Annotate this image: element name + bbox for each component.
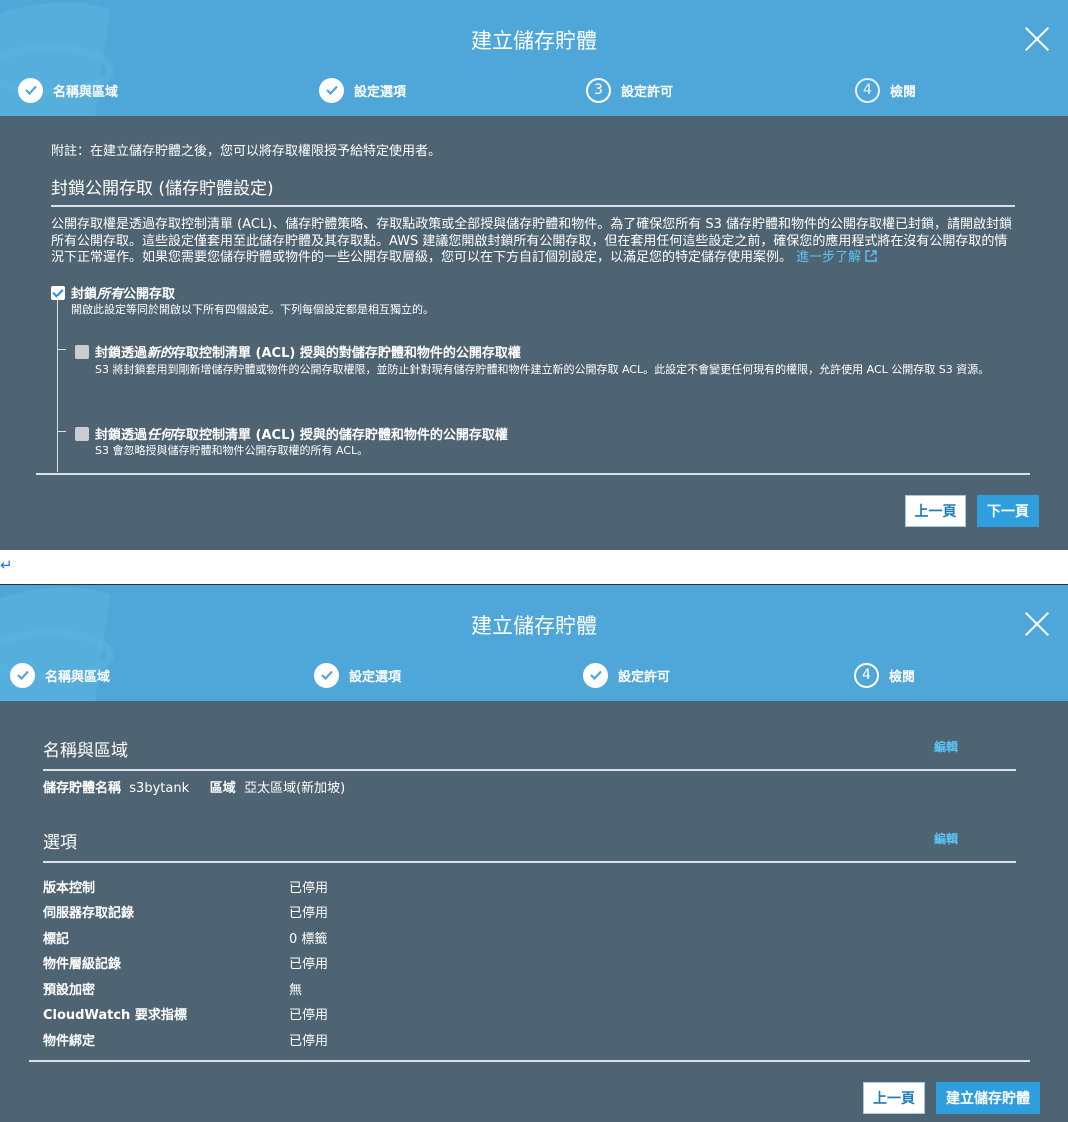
section-title: 封鎖公開存取 (儲存貯體設定) bbox=[51, 174, 1015, 207]
section-title: 名稱與區域 bbox=[43, 741, 128, 761]
option-label: CloudWatch 要求指標 bbox=[43, 1008, 187, 1023]
option-value: 已停用 bbox=[289, 906, 329, 921]
edit-options-link[interactable]: 編輯 bbox=[934, 830, 958, 847]
option-label: 標記 bbox=[43, 932, 70, 947]
bucket-name-label: 儲存貯體名稱 bbox=[43, 781, 122, 796]
learn-more-label: 進一步了解 bbox=[796, 250, 862, 265]
step-label: 設定選項 bbox=[354, 84, 407, 100]
external-link-icon bbox=[865, 250, 878, 262]
options-section: 選項 編輯 bbox=[43, 828, 1016, 863]
tree-line bbox=[57, 296, 58, 472]
option-label: 預設加密 bbox=[43, 983, 96, 998]
block-new-acl-checkbox[interactable] bbox=[75, 345, 89, 359]
note-text: 附註：在建立儲存貯體之後，您可以將存取權限授予給特定使用者。 bbox=[51, 144, 442, 159]
block-new-acl-option: 封鎖透過新的存取控制清單 (ACL) 授與的對儲存貯體和物件的公開存取權 bbox=[75, 342, 521, 361]
option-value: 無 bbox=[289, 983, 303, 998]
option-value: 已停用 bbox=[289, 881, 329, 896]
option-value: 已停用 bbox=[289, 957, 329, 972]
name-region-section: 名稱與區域 編輯 bbox=[43, 736, 1016, 771]
option-label-emphasis: 新的 bbox=[147, 346, 174, 361]
create-bucket-modal-permissions: 建立儲存貯體 名稱與區域 設定選項 3 設定許可 4 檢閱 附註：在建立儲存貯體之後… bbox=[0, 0, 1068, 550]
check-circle-icon bbox=[319, 77, 344, 103]
step-label: 名稱與區域 bbox=[53, 84, 119, 100]
step-options: 設定選項 bbox=[314, 662, 401, 688]
region-value: 亞太區域(新加坡) bbox=[244, 781, 346, 796]
description: 公開存取權是透過存取控制清單 (ACL)、儲存貯體策略、存取點政策或全部授與儲存… bbox=[51, 217, 1017, 267]
previous-button[interactable]: 上一頁 bbox=[905, 495, 966, 527]
modal-header: 建立儲存貯體 名稱與區域 設定選項 設定許可 4 檢閱 bbox=[0, 585, 1068, 701]
block-any-acl-checkbox[interactable] bbox=[75, 427, 89, 441]
step-number: 4 bbox=[855, 77, 880, 103]
option-value: 已停用 bbox=[289, 1034, 329, 1049]
return-glyph-icon: ↵ bbox=[0, 556, 13, 574]
step-permissions: 3 設定許可 bbox=[586, 77, 673, 103]
option-value: 已停用 bbox=[289, 1008, 329, 1023]
divider bbox=[29, 1060, 1030, 1062]
divider bbox=[36, 473, 1030, 475]
tree-branch bbox=[58, 431, 66, 432]
step-number: 4 bbox=[854, 662, 879, 688]
step-number: 3 bbox=[586, 77, 611, 103]
step-name-region: 名稱與區域 bbox=[18, 77, 118, 103]
step-options: 設定選項 bbox=[319, 77, 406, 103]
previous-button[interactable]: 上一頁 bbox=[863, 1082, 925, 1114]
modal-title: 建立儲存貯體 bbox=[471, 29, 597, 53]
option-label-prefix: 封鎖透過 bbox=[95, 346, 148, 361]
step-label: 名稱與區域 bbox=[45, 669, 111, 685]
learn-more-link[interactable]: 進一步了解 bbox=[796, 250, 878, 265]
close-icon[interactable] bbox=[1022, 24, 1052, 54]
block-all-desc: 開啟此設定等同於開啟以下所有四個設定。下列每個設定都是相互獨立的。 bbox=[71, 303, 434, 316]
option-value: 0 標籤 bbox=[289, 932, 328, 947]
step-permissions: 設定許可 bbox=[583, 662, 670, 688]
step-review: 4 檢閱 bbox=[855, 77, 916, 103]
option-label: 版本控制 bbox=[43, 881, 96, 896]
region-label: 區域 bbox=[209, 781, 236, 796]
create-bucket-modal-review: 建立儲存貯體 名稱與區域 設定選項 設定許可 4 檢閱 名稱與區域 編輯 儲存貯體名… bbox=[0, 585, 1068, 1122]
step-review: 4 檢閱 bbox=[854, 662, 915, 688]
close-icon[interactable] bbox=[1022, 609, 1052, 639]
bucket-name-value: s3bytank bbox=[129, 781, 190, 796]
option-label: 物件層級記錄 bbox=[43, 957, 122, 972]
step-label: 設定選項 bbox=[349, 669, 402, 685]
modal-title: 建立儲存貯體 bbox=[471, 614, 597, 638]
step-label: 設定許可 bbox=[618, 669, 671, 685]
block-any-acl-desc: S3 會忽略授與儲存貯體和物件公開存取權的所有 ACL。 bbox=[95, 444, 369, 457]
section-title: 選項 bbox=[43, 833, 77, 853]
step-label: 檢閱 bbox=[889, 669, 916, 685]
option-label: 物件綁定 bbox=[43, 1034, 96, 1049]
check-circle-icon bbox=[18, 77, 43, 103]
option-label: 伺服器存取記錄 bbox=[43, 906, 135, 921]
option-label-suffix: 存取控制清單 (ACL) 授與的對儲存貯體和物件的公開存取權 bbox=[173, 346, 521, 361]
tree-branch bbox=[58, 349, 66, 350]
step-name-region: 名稱與區域 bbox=[10, 662, 110, 688]
block-all-checkbox[interactable] bbox=[51, 286, 65, 300]
edit-name-region-link[interactable]: 編輯 bbox=[934, 738, 958, 755]
bucket-summary: 儲存貯體名稱 s3bytank 區域 亞太區域(新加坡) bbox=[43, 777, 345, 796]
check-circle-icon bbox=[10, 662, 35, 688]
modal-header: 建立儲存貯體 名稱與區域 設定選項 3 設定許可 4 檢閱 bbox=[0, 0, 1068, 116]
block-new-acl-desc: S3 將封鎖套用到剛新增儲存貯體或物件的公開存取權限，並防止針對現有儲存貯體和物… bbox=[95, 363, 990, 376]
separator: ↵ bbox=[0, 550, 1068, 585]
check-circle-icon bbox=[583, 662, 608, 688]
create-bucket-button[interactable]: 建立儲存貯體 bbox=[936, 1082, 1040, 1114]
check-circle-icon bbox=[314, 662, 339, 688]
step-label: 設定許可 bbox=[621, 84, 674, 100]
step-label: 檢閱 bbox=[890, 84, 917, 100]
next-button[interactable]: 下一頁 bbox=[977, 495, 1039, 527]
